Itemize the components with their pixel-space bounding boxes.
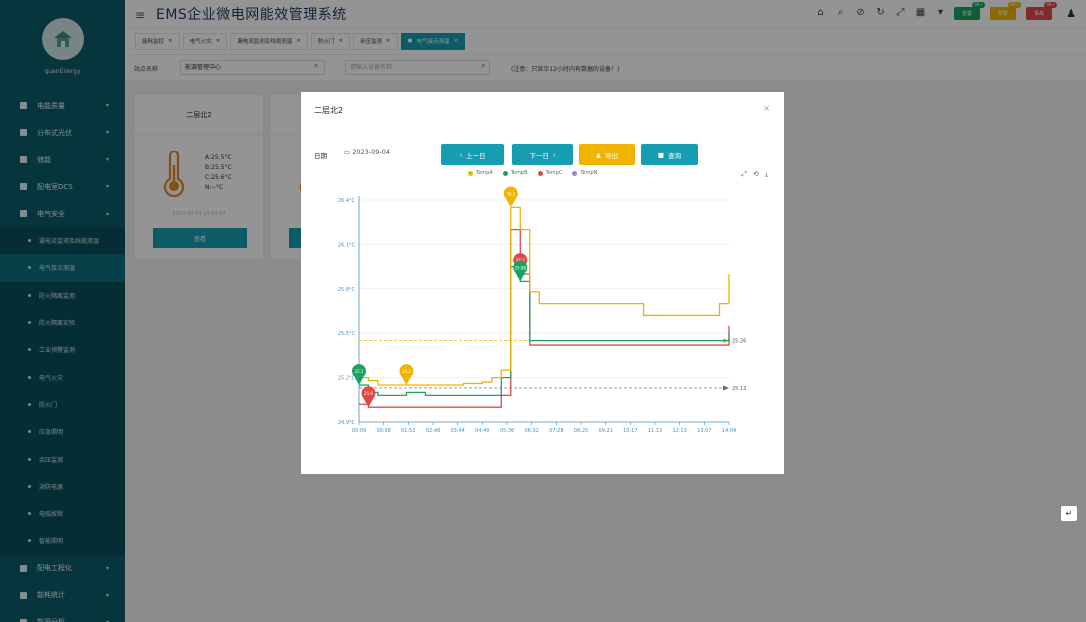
- chart-toolbox: ⤢ ⟲ ⤓: [741, 170, 768, 179]
- chart-legend: TempA TempB TempC TempN: [468, 170, 597, 176]
- max-marker: 26.5: [503, 186, 518, 208]
- x-tick-label: 00:09: [352, 428, 366, 434]
- y-tick-label: 26.4°C: [338, 198, 356, 204]
- legend-swatch: [468, 170, 473, 176]
- max-marker: 25.2: [399, 364, 414, 385]
- legend-label: TempA: [476, 170, 493, 176]
- marker-label: 25.88: [515, 265, 527, 270]
- average-arrow: [723, 385, 729, 391]
- y-tick-label: 25.8°C: [338, 287, 356, 293]
- marker-label: 25.2: [402, 369, 411, 374]
- x-tick-label: 10:17: [623, 428, 637, 434]
- x-tick-label: 06:32: [524, 428, 538, 434]
- marker-label: 25.1: [355, 369, 364, 374]
- export-icon: ▲: [596, 150, 601, 159]
- next-icon: ›: [552, 150, 556, 159]
- marker-label: 25.0: [364, 391, 373, 396]
- marker-pin: [399, 364, 414, 385]
- y-tick-label: 25.2°C: [338, 376, 356, 382]
- marker-pin: [513, 260, 528, 282]
- series-line-tempc: [359, 228, 730, 408]
- legend-label: TempC: [545, 170, 563, 176]
- x-tick-label: 11:13: [648, 428, 662, 434]
- average-label: 25.13: [732, 386, 746, 392]
- button-label: 下一日: [529, 151, 549, 160]
- marker-pin: [503, 186, 518, 208]
- export-button[interactable]: ▲ 导出: [579, 144, 635, 165]
- marker-label: 26.5: [506, 191, 515, 196]
- close-icon[interactable]: ×: [763, 104, 770, 113]
- max-marker: 25.1: [352, 364, 366, 385]
- x-tick-label: 00:58: [376, 428, 390, 434]
- date-value: 2023-09-04: [352, 148, 390, 156]
- x-tick-label: 08:25: [574, 428, 588, 434]
- legend-item[interactable]: TempA: [468, 170, 493, 176]
- legend-swatch: [572, 170, 578, 176]
- x-tick-label: 01:52: [401, 428, 415, 434]
- legend-swatch: [502, 170, 508, 176]
- x-tick-label: 07:28: [549, 428, 563, 434]
- x-tick-label: 14:04: [722, 428, 736, 434]
- legend-item[interactable]: TempN: [572, 170, 597, 176]
- date-picker[interactable]: ▭ 2023-09-04: [344, 148, 390, 156]
- legend-swatch: [537, 170, 543, 176]
- download-icon[interactable]: ⤓: [765, 170, 768, 179]
- zoom-icon[interactable]: ⤢: [741, 170, 747, 179]
- x-tick-label: 09:21: [598, 428, 612, 434]
- x-tick-label: 03:44: [450, 428, 464, 434]
- x-tick-label: 02:48: [426, 428, 440, 434]
- x-tick-label: 13:07: [697, 428, 711, 434]
- series-line-tempa: [359, 206, 730, 386]
- legend-label: TempB: [510, 170, 528, 176]
- series-line-tempb: [359, 265, 730, 397]
- next-day-button[interactable]: 下一日 ›: [512, 144, 573, 165]
- legend-item[interactable]: TempB: [502, 170, 528, 176]
- marker-pin: [352, 364, 366, 385]
- button-label: 上一日: [466, 151, 486, 160]
- button-label: 查询: [668, 151, 682, 160]
- chart-dialog: 24.9°C 25.2°C 25.5°C 25.8°C 26.1°C 26.4°C 00:0…: [301, 92, 784, 474]
- date-label: 日期: [314, 152, 327, 160]
- restore-icon[interactable]: ⟲: [753, 170, 759, 179]
- y-tick-label: 26.1°C: [338, 242, 356, 248]
- query-button[interactable]: ■ 查询: [641, 144, 698, 165]
- y-tick-label: 25.5°C: [338, 331, 356, 337]
- prev-day-button[interactable]: ‹ 上一日: [441, 144, 504, 165]
- y-tick-label: 24.9°C: [338, 420, 356, 426]
- button-label: 导出: [605, 151, 618, 160]
- return-icon[interactable]: ↵: [1061, 506, 1077, 521]
- x-tick-label: 12:13: [672, 428, 686, 434]
- legend-item[interactable]: TempC: [537, 170, 563, 176]
- max-marker: 25.88: [513, 260, 528, 282]
- calendar-icon: ▭: [344, 148, 353, 156]
- dialog-title: 二层北2: [314, 106, 344, 115]
- x-tick-label: 04:40: [475, 428, 489, 434]
- average-label: 25.26: [732, 339, 746, 345]
- query-icon: ■: [657, 150, 665, 159]
- prev-icon: ‹: [459, 150, 463, 159]
- x-tick-label: 05:36: [500, 428, 514, 434]
- legend-label: TempN: [580, 170, 598, 176]
